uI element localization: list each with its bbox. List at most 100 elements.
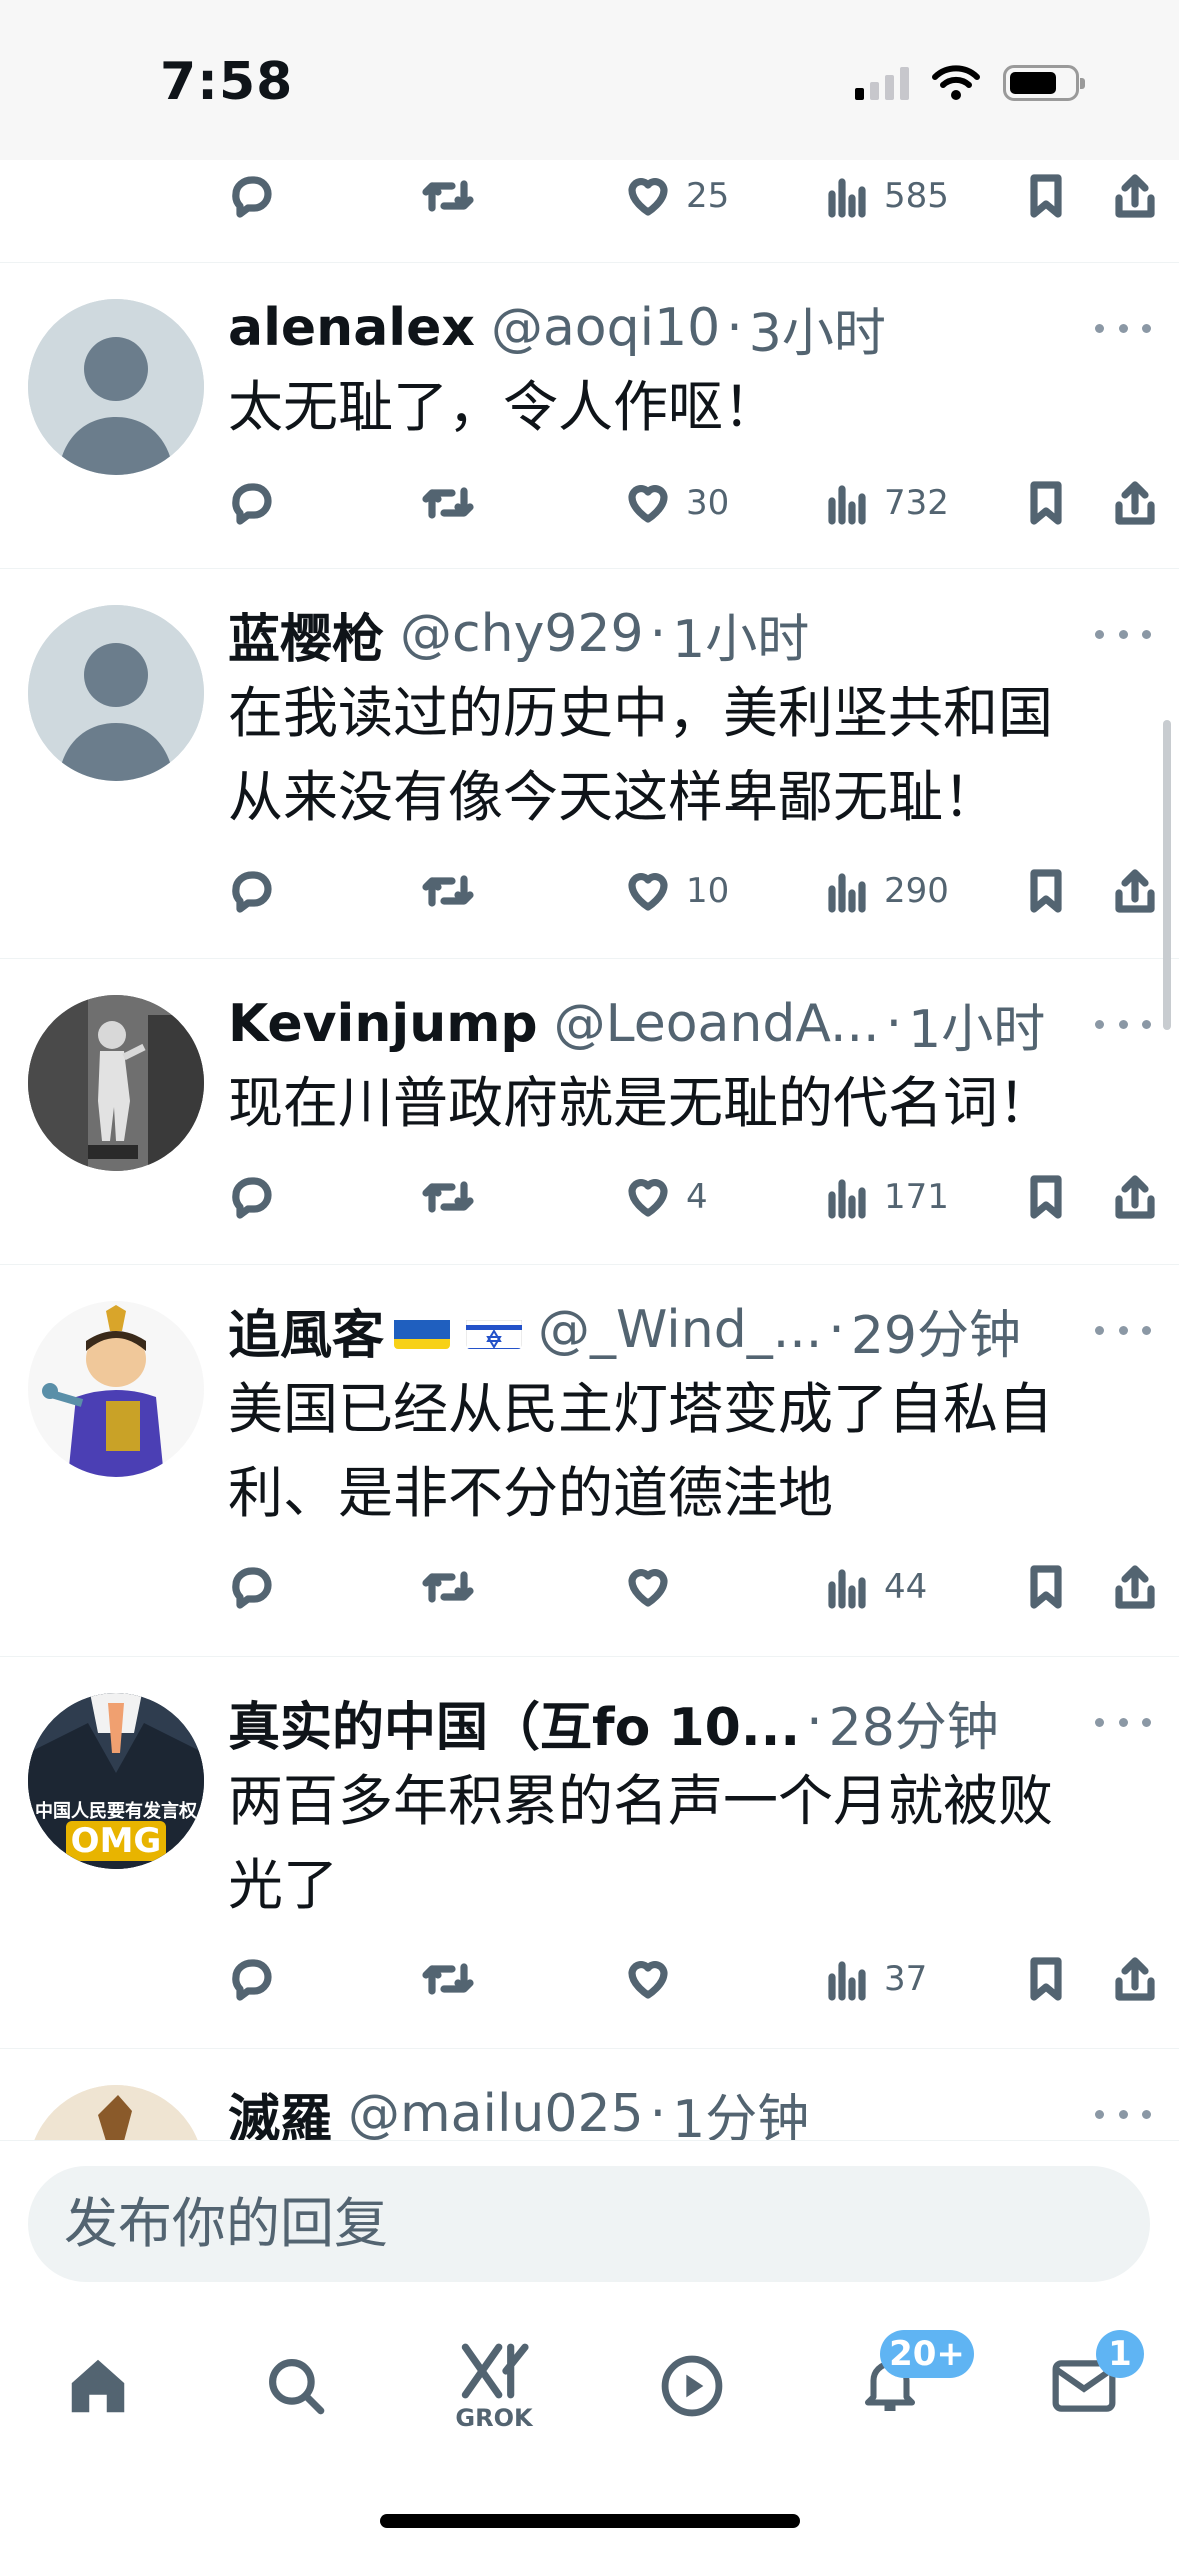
tab-search[interactable] — [246, 2336, 346, 2436]
tab-home[interactable] — [48, 2336, 148, 2436]
avatar[interactable] — [28, 1301, 204, 1477]
reply-button[interactable] — [228, 156, 276, 236]
avatar[interactable] — [28, 995, 204, 1171]
tweet-item[interactable]: 中国人民要有发言权 OMG 真实的中国（互fo 10... · 28分钟 两百多… — [0, 1656, 1179, 2048]
display-name[interactable]: 蓝樱枪 — [228, 597, 384, 672]
share-button[interactable] — [1113, 463, 1157, 543]
views-icon — [828, 1569, 866, 1609]
views-button[interactable]: 732 — [826, 463, 949, 543]
more-options-button[interactable] — [1095, 1009, 1151, 1039]
retweet-button[interactable] — [420, 1157, 476, 1237]
user-handle[interactable]: @LeoandA... — [554, 994, 880, 1054]
retweet-button[interactable] — [420, 851, 476, 931]
reply-icon — [232, 1177, 272, 1219]
display-name[interactable]: 滅羅 — [228, 2077, 332, 2141]
more-options-button[interactable] — [1095, 313, 1151, 343]
views-button[interactable]: 585 — [826, 156, 949, 236]
reply-button[interactable] — [228, 1939, 276, 2019]
tweet-actions: 4 171 — [0, 1157, 1179, 1237]
like-button[interactable]: 30 — [624, 463, 729, 543]
bookmark-button[interactable] — [1026, 1939, 1066, 2019]
tweet-actions: 10 290 — [0, 851, 1179, 931]
views-icon — [828, 873, 866, 913]
user-handle[interactable]: @chy929 — [400, 604, 644, 664]
default-avatar-icon — [28, 605, 204, 781]
view-count: 37 — [884, 1959, 928, 1999]
bookmark-button[interactable] — [1026, 156, 1066, 236]
user-handle[interactable]: @mailu025 — [348, 2084, 644, 2140]
display-name[interactable]: alenalex — [228, 298, 475, 358]
avatar[interactable] — [28, 605, 204, 781]
more-options-button[interactable] — [1095, 2099, 1151, 2129]
tweet-item[interactable]: 追風客 @_Wind_... · 29分钟 美国已经从民主灯塔变成了自私自 利、… — [0, 1264, 1179, 1656]
reply-input[interactable]: 发布你的回复 — [28, 2166, 1150, 2282]
like-button[interactable]: 4 — [624, 1157, 708, 1237]
more-options-button[interactable] — [1095, 1315, 1151, 1345]
retweet-button[interactable] — [420, 1547, 476, 1627]
tweet-item[interactable]: 蓝樱枪 @chy929 · 1小时 在我读过的历史中，美利坚共和国 从来没有像今… — [0, 568, 1179, 958]
tweet-text-line: 现在川普政府就是无耻的代名词！ — [228, 1071, 1054, 1135]
bookmark-button[interactable] — [1026, 1547, 1066, 1627]
tweet-item[interactable]: 滅羅 @mailu025 · 1分钟 — [0, 2048, 1179, 2140]
bookmark-button[interactable] — [1026, 851, 1066, 931]
avatar[interactable] — [28, 2085, 204, 2140]
user-handle[interactable]: @_Wind_... — [538, 1300, 822, 1360]
reply-button[interactable] — [228, 1547, 276, 1627]
share-button[interactable] — [1113, 1939, 1157, 2019]
tweet-text-line: 美国已经从民主灯塔变成了自私自 — [228, 1377, 1054, 1441]
heart-icon — [628, 1179, 668, 1217]
retweet-button[interactable] — [420, 156, 476, 236]
avatar[interactable] — [28, 299, 204, 475]
display-name[interactable]: Kevinjump — [228, 994, 538, 1054]
default-avatar-icon — [28, 299, 204, 475]
share-button[interactable] — [1113, 1547, 1157, 1627]
retweet-button[interactable] — [420, 463, 476, 543]
tweet-text: 现在川普政府就是无耻的代名词！ — [228, 1061, 1138, 1145]
views-button[interactable]: 290 — [826, 851, 949, 931]
share-button[interactable] — [1113, 1157, 1157, 1237]
tab-grok[interactable]: GROK — [444, 2336, 544, 2436]
views-button[interactable]: 171 — [826, 1157, 949, 1237]
like-button[interactable] — [624, 1547, 686, 1627]
display-name[interactable]: 追風客 — [228, 1293, 384, 1368]
share-button[interactable] — [1113, 156, 1157, 236]
views-button[interactable]: 37 — [826, 1939, 927, 2019]
more-options-button[interactable] — [1095, 1707, 1151, 1737]
user-handle[interactable]: @aoqi10 — [491, 298, 720, 358]
like-button[interactable]: 10 — [624, 851, 729, 931]
reply-button[interactable] — [228, 851, 276, 931]
more-options-button[interactable] — [1095, 619, 1151, 649]
reply-icon — [232, 1567, 272, 1609]
tweet-text: 在我读过的历史中，美利坚共和国 从来没有像今天这样卑鄙无耻！ — [228, 671, 1138, 839]
like-button[interactable]: 25 — [624, 156, 729, 236]
like-button[interactable] — [624, 1939, 686, 2019]
display-name[interactable]: 真实的中国（互fo 10... — [228, 1685, 800, 1760]
scrollbar[interactable] — [1163, 720, 1171, 1030]
retweet-icon — [422, 875, 474, 907]
search-icon — [269, 2359, 325, 2415]
views-button[interactable]: 44 — [826, 1547, 927, 1627]
separator-dot: · — [726, 298, 743, 358]
avatar[interactable]: 中国人民要有发言权 OMG — [28, 1693, 204, 1869]
bookmark-button[interactable] — [1026, 1157, 1066, 1237]
share-button[interactable] — [1113, 851, 1157, 931]
status-time: 7:58 — [160, 52, 294, 112]
tab-video[interactable] — [642, 2336, 742, 2436]
tweet-item[interactable]: Kevinjump @LeoandA... · 1小时 现在川普政府就是无耻的代… — [0, 958, 1179, 1264]
tweet-text-line: 两百多年积累的名声一个月就被败 — [228, 1769, 1054, 1833]
tweet-text: 太无耻了，令人作呕！ — [228, 365, 1138, 449]
tweet-item[interactable]: alenalex @aoqi10 · 3小时 太无耻了，令人作呕！ 30 732 — [0, 262, 1179, 568]
reply-button[interactable] — [228, 463, 276, 543]
reply-icon — [232, 483, 272, 525]
views-icon — [828, 1961, 866, 2001]
retweet-button[interactable] — [420, 1939, 476, 2019]
messages-badge: 1 — [1096, 2330, 1144, 2378]
grok-icon — [461, 2343, 529, 2399]
tweet-actions: 37 — [0, 1939, 1179, 2019]
bookmark-button[interactable] — [1026, 463, 1066, 543]
home-icon — [71, 2359, 125, 2413]
reply-button[interactable] — [228, 1157, 276, 1237]
timeline-feed[interactable]: 25 585 alenalex @aoqi10 · 3小时 太无耻了，令人作呕！… — [0, 0, 1179, 2140]
status-bar: 7:58 — [0, 0, 1179, 160]
bookmark-icon — [1030, 1957, 1062, 2001]
